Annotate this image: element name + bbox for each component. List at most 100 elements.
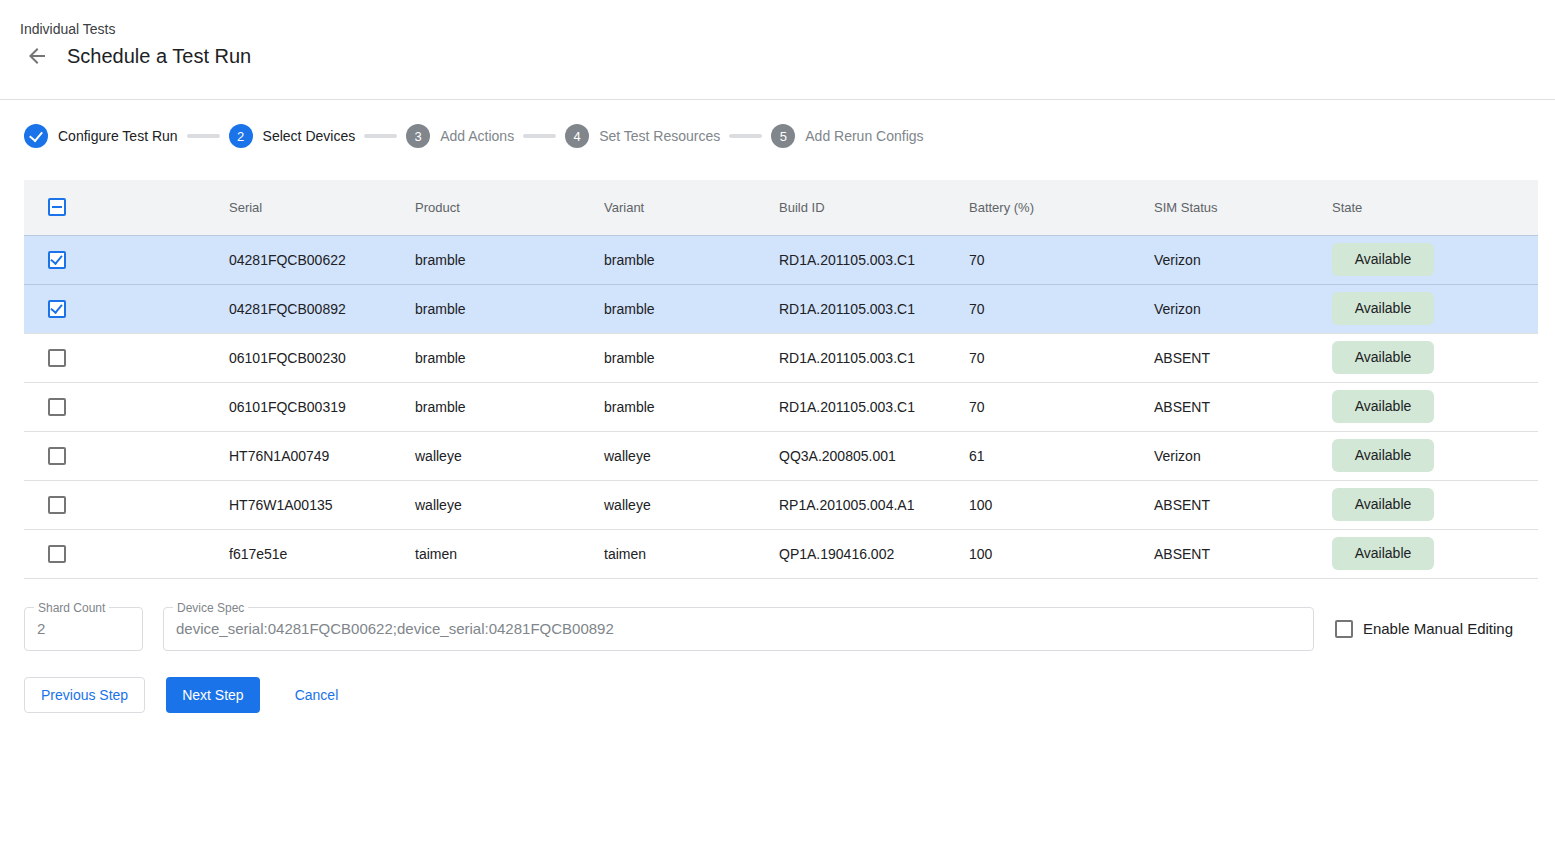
cell-variant: walleye bbox=[580, 431, 755, 480]
table-row[interactable]: 06101FQCB00230 bramble bramble RD1A.2011… bbox=[24, 333, 1538, 382]
select-all-checkbox[interactable] bbox=[48, 198, 66, 216]
cell-sim-status: Verizon bbox=[1130, 431, 1308, 480]
row-checkbox[interactable] bbox=[48, 545, 66, 563]
device-table-body: 04281FQCB00622 bramble bramble RD1A.2011… bbox=[24, 235, 1538, 578]
device-spec-value: device_serial:04281FQCB00622;device_seri… bbox=[164, 608, 1313, 637]
cell-product: bramble bbox=[391, 382, 580, 431]
cell-sim-status: ABSENT bbox=[1130, 382, 1308, 431]
device-spec-field[interactable]: Device Spec device_serial:04281FQCB00622… bbox=[163, 607, 1314, 651]
cell-sim-status: Verizon bbox=[1130, 235, 1308, 284]
breadcrumb: Individual Tests bbox=[20, 21, 115, 37]
step-3-add-actions[interactable]: 3 Add Actions bbox=[406, 124, 514, 148]
step-number: 2 bbox=[229, 124, 253, 148]
cell-variant: walleye bbox=[580, 480, 755, 529]
arrow-back-icon bbox=[25, 44, 49, 68]
step-connector bbox=[523, 134, 556, 138]
cell-product: walleye bbox=[391, 431, 580, 480]
column-header-build-id: Build ID bbox=[755, 180, 945, 235]
cell-variant: taimen bbox=[580, 529, 755, 578]
state-badge: Available bbox=[1332, 390, 1434, 423]
step-connector bbox=[729, 134, 762, 138]
step-label: Select Devices bbox=[263, 128, 356, 144]
step-connector bbox=[187, 134, 220, 138]
column-header-state: State bbox=[1308, 180, 1538, 235]
back-button[interactable] bbox=[24, 43, 50, 69]
step-label: Add Actions bbox=[440, 128, 514, 144]
cell-build-id: QP1A.190416.002 bbox=[755, 529, 945, 578]
cell-product: taimen bbox=[391, 529, 580, 578]
step-2-select-devices[interactable]: 2 Select Devices bbox=[229, 124, 356, 148]
cell-battery: 70 bbox=[945, 333, 1130, 382]
cell-serial: 04281FQCB00892 bbox=[205, 284, 391, 333]
column-header-product: Product bbox=[391, 180, 580, 235]
cell-build-id: RP1A.201005.004.A1 bbox=[755, 480, 945, 529]
table-row[interactable]: 06101FQCB00319 bramble bramble RD1A.2011… bbox=[24, 382, 1538, 431]
cell-serial: 06101FQCB00230 bbox=[205, 333, 391, 382]
enable-manual-editing[interactable]: Enable Manual Editing bbox=[1335, 620, 1513, 638]
cell-variant: bramble bbox=[580, 382, 755, 431]
cell-product: bramble bbox=[391, 333, 580, 382]
cell-battery: 70 bbox=[945, 284, 1130, 333]
row-checkbox[interactable] bbox=[48, 398, 66, 416]
table-row[interactable]: f617e51e taimen taimen QP1A.190416.002 1… bbox=[24, 529, 1538, 578]
column-header-battery: Battery (%) bbox=[945, 180, 1130, 235]
state-badge: Available bbox=[1332, 243, 1434, 276]
state-badge: Available bbox=[1332, 341, 1434, 374]
button-row: Previous Step Next Step Cancel bbox=[24, 677, 1531, 713]
row-checkbox[interactable] bbox=[48, 447, 66, 465]
step-5-add-rerun-configs[interactable]: 5Add Rerun Configs bbox=[771, 124, 923, 148]
cell-battery: 100 bbox=[945, 480, 1130, 529]
cell-sim-status: ABSENT bbox=[1130, 480, 1308, 529]
step-connector bbox=[364, 134, 397, 138]
next-step-button[interactable]: Next Step bbox=[166, 677, 259, 713]
cell-product: walleye bbox=[391, 480, 580, 529]
shard-count-label: Shard Count bbox=[34, 601, 109, 615]
cell-variant: bramble bbox=[580, 333, 755, 382]
cell-build-id: RD1A.201105.003.C1 bbox=[755, 333, 945, 382]
step-1-configure-test-run[interactable]: Configure Test Run bbox=[24, 124, 178, 148]
stepper: Configure Test Run 2 Select Devices 3 Add Ac… bbox=[0, 100, 1555, 172]
cell-serial: HT76W1A00135 bbox=[205, 480, 391, 529]
cancel-button[interactable]: Cancel bbox=[279, 677, 355, 713]
step-check-icon bbox=[24, 124, 48, 148]
row-checkbox[interactable] bbox=[48, 349, 66, 367]
table-header-row: Serial Product Variant Build ID Battery … bbox=[24, 180, 1538, 235]
form-row: Shard Count 2 Device Spec device_serial:… bbox=[24, 607, 1531, 651]
manual-editing-checkbox[interactable] bbox=[1335, 620, 1353, 638]
row-checkbox[interactable] bbox=[48, 251, 66, 269]
column-header-serial: Serial bbox=[205, 180, 391, 235]
state-badge: Available bbox=[1332, 292, 1434, 325]
step-number: 4 bbox=[565, 124, 589, 148]
state-badge: Available bbox=[1332, 537, 1434, 570]
previous-step-button[interactable]: Previous Step bbox=[24, 677, 145, 713]
step-number: 3 bbox=[406, 124, 430, 148]
device-table: Serial Product Variant Build ID Battery … bbox=[24, 180, 1538, 579]
page-title: Schedule a Test Run bbox=[67, 45, 251, 68]
cell-variant: bramble bbox=[580, 235, 755, 284]
device-spec-label: Device Spec bbox=[173, 601, 248, 615]
row-checkbox[interactable] bbox=[48, 300, 66, 318]
state-badge: Available bbox=[1332, 439, 1434, 472]
step-4-set-test-resources[interactable]: 4Set Test Resources bbox=[565, 124, 720, 148]
table-row[interactable]: HT76N1A00749 walleye walleye QQ3A.200805… bbox=[24, 431, 1538, 480]
cell-battery: 61 bbox=[945, 431, 1130, 480]
row-checkbox[interactable] bbox=[48, 496, 66, 514]
cell-serial: f617e51e bbox=[205, 529, 391, 578]
cell-serial: 06101FQCB00319 bbox=[205, 382, 391, 431]
column-header-sim-status: SIM Status bbox=[1130, 180, 1308, 235]
cell-build-id: RD1A.201105.003.C1 bbox=[755, 235, 945, 284]
cell-sim-status: Verizon bbox=[1130, 284, 1308, 333]
column-header-variant: Variant bbox=[580, 180, 755, 235]
cell-battery: 70 bbox=[945, 235, 1130, 284]
cell-build-id: RD1A.201105.003.C1 bbox=[755, 382, 945, 431]
table-row[interactable]: 04281FQCB00892 bramble bramble RD1A.2011… bbox=[24, 284, 1538, 333]
table-row[interactable]: HT76W1A00135 walleye walleye RP1A.201005… bbox=[24, 480, 1538, 529]
cell-serial: 04281FQCB00622 bbox=[205, 235, 391, 284]
shard-count-field[interactable]: Shard Count 2 bbox=[24, 607, 143, 651]
cell-battery: 100 bbox=[945, 529, 1130, 578]
state-badge: Available bbox=[1332, 488, 1434, 521]
cell-product: bramble bbox=[391, 235, 580, 284]
table-row[interactable]: 04281FQCB00622 bramble bramble RD1A.2011… bbox=[24, 235, 1538, 284]
step-label: Add Rerun Configs bbox=[805, 128, 923, 144]
cell-sim-status: ABSENT bbox=[1130, 529, 1308, 578]
